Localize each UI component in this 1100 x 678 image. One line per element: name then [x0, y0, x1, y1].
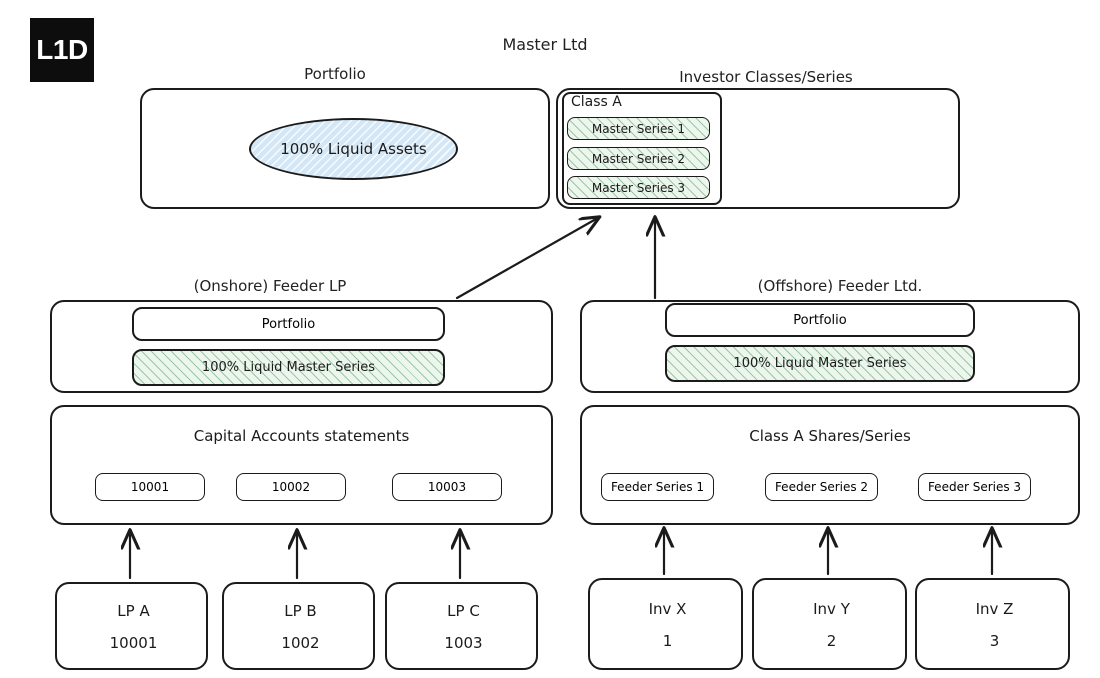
diagram-canvas: L1D Master Ltd Portfolio 100% Liquid Ass…: [0, 0, 1100, 678]
onshore-holding-label: 100% Liquid Master Series: [201, 360, 376, 375]
capital-account-10002[interactable]: 10002: [236, 473, 346, 501]
master-ltd-title: Master Ltd: [502, 35, 588, 54]
master-series-1-label: Master Series 1: [591, 121, 686, 136]
class-a-shares-box: [580, 405, 1080, 525]
onshore-feeder-title: (Onshore) Feeder LP: [193, 277, 347, 295]
onshore-portfolio-box[interactable]: Portfolio: [132, 307, 445, 341]
investor-inv-z-name: Inv Z: [975, 600, 1014, 618]
investor-inv-z[interactable]: Inv Z 3: [915, 578, 1070, 670]
logo-text: L1D: [36, 34, 88, 65]
master-series-3-label: Master Series 3: [591, 180, 686, 195]
investor-lp-c[interactable]: LP C 1003: [385, 582, 538, 670]
capital-accounts-title: Capital Accounts statements: [193, 427, 410, 445]
feeder-series-2-label: Feeder Series 2: [774, 480, 869, 494]
master-series-1[interactable]: Master Series 1: [567, 117, 710, 140]
investor-inv-y-name: Inv Y: [813, 600, 850, 618]
onshore-holding-box[interactable]: 100% Liquid Master Series: [132, 349, 445, 386]
feeder-series-3[interactable]: Feeder Series 3: [918, 473, 1031, 501]
feeder-series-2[interactable]: Feeder Series 2: [765, 473, 878, 501]
liquid-assets-label: 100% Liquid Assets: [280, 140, 427, 158]
capital-account-10003[interactable]: 10003: [392, 473, 502, 501]
offshore-holding-label: 100% Liquid Master Series: [733, 356, 907, 371]
arrow-onshore-to-master: [455, 219, 596, 300]
offshore-feeder-title: (Offshore) Feeder Ltd.: [757, 277, 923, 295]
master-series-2[interactable]: Master Series 2: [567, 147, 710, 170]
master-series-3[interactable]: Master Series 3: [567, 176, 710, 199]
investor-inv-x-account: 1: [662, 632, 673, 650]
offshore-portfolio-label: Portfolio: [793, 312, 847, 328]
investor-lp-c-account: 1003: [444, 634, 483, 652]
feeder-series-1-label: Feeder Series 1: [610, 480, 705, 494]
capital-account-10003-label: 10003: [427, 480, 467, 494]
class-a-label: Class A: [571, 94, 622, 110]
feeder-series-1[interactable]: Feeder Series 1: [601, 473, 714, 501]
investor-lp-a[interactable]: LP A 10001: [55, 582, 208, 670]
capital-account-10001-label: 10001: [130, 480, 170, 494]
capital-accounts-box: [50, 405, 553, 525]
master-portfolio-title: Portfolio: [304, 65, 366, 83]
investor-lp-b[interactable]: LP B 1002: [222, 582, 375, 670]
investor-lp-c-name: LP C: [447, 602, 480, 620]
investor-lp-a-name: LP A: [117, 602, 150, 620]
class-a-shares-title: Class A Shares/Series: [749, 427, 911, 445]
investor-inv-z-account: 3: [989, 632, 1000, 650]
investor-inv-y[interactable]: Inv Y 2: [752, 578, 907, 670]
liquid-assets-ellipse: 100% Liquid Assets: [249, 118, 458, 180]
feeder-series-3-label: Feeder Series 3: [927, 480, 1022, 494]
master-series-2-label: Master Series 2: [591, 151, 686, 166]
offshore-portfolio-box[interactable]: Portfolio: [665, 303, 975, 337]
investor-inv-x-name: Inv X: [648, 600, 687, 618]
offshore-holding-box[interactable]: 100% Liquid Master Series: [665, 345, 975, 382]
investor-inv-y-account: 2: [826, 632, 837, 650]
investor-lp-b-name: LP B: [284, 602, 317, 620]
onshore-portfolio-label: Portfolio: [261, 316, 316, 332]
capital-account-10001[interactable]: 10001: [95, 473, 205, 501]
investor-inv-x[interactable]: Inv X 1: [588, 578, 743, 670]
l1d-logo: L1D: [30, 18, 94, 82]
investor-lp-a-account: 10001: [109, 634, 158, 652]
capital-account-10002-label: 10002: [271, 480, 311, 494]
investor-classes-title: Investor Classes/Series: [679, 68, 853, 86]
investor-lp-b-account: 1002: [281, 634, 320, 652]
